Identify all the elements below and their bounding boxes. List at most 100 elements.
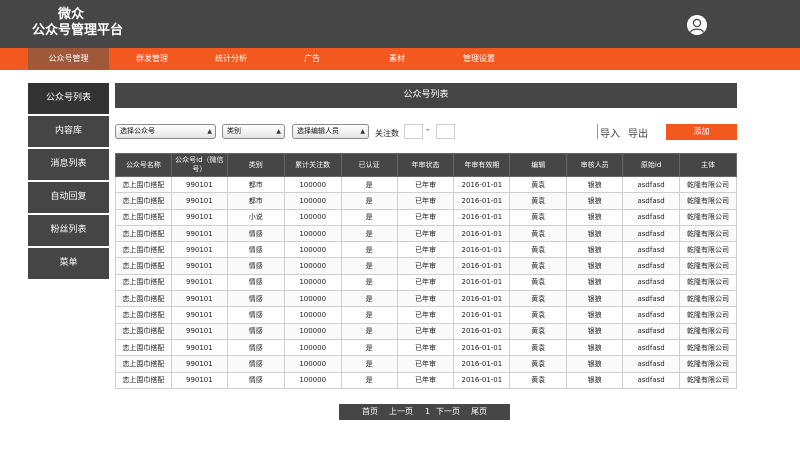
- table-cell: 是: [340, 371, 398, 389]
- table-cell: 990101: [170, 290, 228, 308]
- table-cell: 已年审: [396, 338, 455, 357]
- sidebar-item-content-library[interactable]: 内容库: [28, 116, 109, 147]
- table-cell: 情感: [226, 241, 285, 259]
- table-cell: 是: [340, 306, 398, 324]
- table-cell: 2016-01-01: [453, 371, 511, 389]
- table-cell: asdfasd: [622, 306, 681, 324]
- table-row[interactable]: 恋上围巾搭配 990101 情感 100000 是已年审 2016-01-01 黄袁 银狼 as…: [115, 273, 737, 292]
- table-cell: 情感: [226, 224, 285, 243]
- table-row[interactable]: 恋上围巾搭配 990101 情感 100000 是已年审 2016-01-01 黄袁 银狼 as…: [115, 241, 737, 259]
- follow-min-input[interactable]: [404, 124, 423, 139]
- top-nav: 公众号管理 群发管理 统计分析 广告 素材 管理设置: [0, 48, 800, 70]
- pager-next[interactable]: 下一页: [436, 404, 460, 420]
- table-cell: asdfasd: [622, 338, 681, 357]
- user-avatar-icon[interactable]: [687, 15, 707, 35]
- column-header: 公众号id（微信号）: [170, 153, 228, 177]
- table-cell: 2016-01-01: [453, 241, 511, 259]
- table-cell: 银狼: [566, 290, 624, 308]
- column-header: 审核人员: [566, 153, 624, 177]
- table-cell: 黄袁: [509, 257, 568, 275]
- column-header: 已认证: [340, 153, 398, 177]
- add-button[interactable]: 添加: [666, 124, 737, 140]
- pager-last[interactable]: 尾页: [471, 404, 487, 420]
- follow-max-input[interactable]: [436, 124, 455, 139]
- table-cell: 黄袁: [509, 192, 568, 210]
- table-cell: 情感: [226, 355, 285, 373]
- table-row[interactable]: 恋上围巾搭配 990101 小说 100000 是已年审 2016-01-01 黄袁 银狼 as…: [115, 208, 737, 226]
- table-row[interactable]: 恋上围巾搭配 990101 情感 100000 是已年审 2016-01-01 黄袁 银狼 as…: [115, 306, 737, 324]
- pager-first[interactable]: 首页: [362, 404, 378, 420]
- toolbar-divider: [597, 124, 598, 139]
- table-cell: 乾隆有限公司: [679, 290, 737, 308]
- table-row[interactable]: 恋上围巾搭配 990101 情感 100000 是已年审 2016-01-01 黄袁 银狼 as…: [115, 322, 737, 340]
- table-cell: 黄袁: [509, 306, 568, 324]
- table-row[interactable]: 恋上围巾搭配 990101 情感 100000 是已年审 2016-01-01 黄袁 银狼 as…: [115, 355, 737, 373]
- editor-select[interactable]: 选择编辑人员 ▲: [292, 124, 369, 139]
- table-cell: 情感: [226, 273, 285, 292]
- table-row[interactable]: 恋上围巾搭配 990101 情感 100000 是已年审 2016-01-01 黄袁 银狼 as…: [115, 371, 737, 389]
- table-row[interactable]: 恋上围巾搭配 990101 情感 100000 是已年审 2016-01-01 黄袁 银狼 as…: [115, 338, 737, 357]
- table-cell: 2016-01-01: [453, 306, 511, 324]
- column-header: 类别: [226, 153, 285, 177]
- table-cell: 恋上围巾搭配: [115, 175, 172, 194]
- table-cell: 都市: [226, 175, 285, 194]
- table-row[interactable]: 恋上围巾搭配 990101 都市 100000 是已年审 2016-01-01 黄袁 银狼 as…: [115, 175, 737, 194]
- nav-account-management[interactable]: 公众号管理: [28, 48, 109, 70]
- pagination: 首页 上一页 1 下一页 尾页: [339, 404, 510, 420]
- sidebar-item-menu[interactable]: 菜单: [28, 248, 109, 279]
- column-header: 公众号名称: [115, 153, 172, 177]
- account-select[interactable]: 选择公众号 ▲: [115, 124, 216, 139]
- table-row[interactable]: 恋上围巾搭配 990101 情感 100000 是已年审 2016-01-01 黄袁 银狼 as…: [115, 257, 737, 275]
- table-cell: 100000: [283, 257, 342, 275]
- table-cell: 已年审: [396, 306, 455, 324]
- nav-statistics[interactable]: 统计分析: [201, 48, 261, 70]
- nav-mass-messaging[interactable]: 群发管理: [122, 48, 182, 70]
- table-cell: 990101: [170, 322, 228, 340]
- nav-ads[interactable]: 广告: [292, 48, 332, 70]
- table-cell: asdfasd: [622, 322, 681, 340]
- pager-current[interactable]: 1: [425, 404, 430, 420]
- table-cell: 100000: [283, 322, 342, 340]
- table-cell: 恋上围巾搭配: [115, 338, 172, 357]
- table-cell: 银狼: [566, 175, 624, 194]
- column-header: 原始id: [622, 153, 681, 177]
- table-cell: 恋上围巾搭配: [115, 290, 172, 308]
- table-cell: 情感: [226, 290, 285, 308]
- table-cell: 情感: [226, 306, 285, 324]
- table-cell: 银狼: [566, 371, 624, 389]
- table-cell: 2016-01-01: [453, 257, 511, 275]
- table-cell: asdfasd: [622, 241, 681, 259]
- table-cell: 已年审: [396, 208, 455, 226]
- table-cell: 黄袁: [509, 371, 568, 389]
- sidebar-item-account-list[interactable]: 公众号列表: [28, 83, 109, 114]
- sidebar-item-fan-list[interactable]: 粉丝列表: [28, 215, 109, 246]
- column-header: 年审有效期: [453, 153, 511, 177]
- table-cell: 黄袁: [509, 338, 568, 357]
- table-header-row: 公众号名称 公众号id（微信号） 类别 累计关注数 已认证 年审状态 年审有效期…: [115, 153, 737, 177]
- table-cell: 乾隆有限公司: [679, 306, 737, 324]
- import-button[interactable]: 导入: [600, 125, 620, 140]
- table-cell: asdfasd: [622, 208, 681, 226]
- sidebar-item-auto-reply[interactable]: 自动回复: [28, 182, 109, 213]
- export-button[interactable]: 导出: [628, 125, 648, 140]
- main-panel: 公众号列表: [115, 83, 737, 108]
- table-cell: 2016-01-01: [453, 338, 511, 357]
- table-cell: 已年审: [396, 241, 455, 259]
- nav-settings[interactable]: 管理设置: [449, 48, 509, 70]
- table-cell: 100000: [283, 192, 342, 210]
- table-cell: 990101: [170, 338, 228, 357]
- table-cell: 是: [340, 322, 398, 340]
- pager-prev[interactable]: 上一页: [389, 404, 413, 420]
- category-select[interactable]: 类别 ▲: [222, 124, 285, 139]
- nav-materials[interactable]: 素材: [377, 48, 417, 70]
- sidebar-item-message-list[interactable]: 消息列表: [28, 149, 109, 180]
- table-row[interactable]: 恋上围巾搭配 990101 情感 100000 是已年审 2016-01-01 黄袁 银狼 as…: [115, 290, 737, 308]
- table-cell: 黄袁: [509, 241, 568, 259]
- account-table: 公众号名称 公众号id（微信号） 类别 累计关注数 已认证 年审状态 年审有效期…: [115, 153, 737, 389]
- table-cell: 银狼: [566, 355, 624, 373]
- table-cell: 100000: [283, 355, 342, 373]
- table-row[interactable]: 恋上围巾搭配 990101 都市 100000 是已年审 2016-01-01 黄袁 银狼 as…: [115, 192, 737, 210]
- table-cell: 已年审: [396, 322, 455, 340]
- table-row[interactable]: 恋上围巾搭配 990101 情感 100000 是已年审 2016-01-01 黄袁 银狼 as…: [115, 224, 737, 243]
- category-select-value: 类别: [227, 127, 241, 135]
